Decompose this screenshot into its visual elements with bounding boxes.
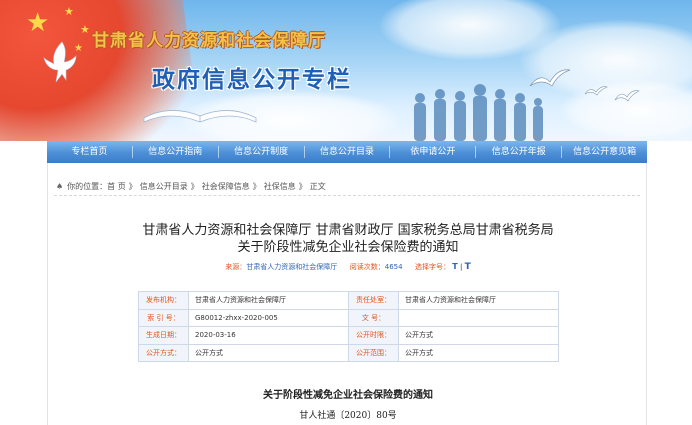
publisher-value: 甘肃省人力资源和社会保障厅 xyxy=(188,291,349,310)
seagull-icon xyxy=(614,90,640,102)
home-icon: ♠ xyxy=(56,182,64,191)
responsible-office-value: 甘肃省人力资源和社会保障厅 xyxy=(398,291,559,310)
body-heading: 关于阶段性减免企业社会保险费的通知 xyxy=(263,390,433,401)
dove-icon xyxy=(43,41,77,83)
breadcrumb: ♠ 你的位置： 首 页 》 信息公开目录 》 社会保障信息 》 社保信息 》 正… xyxy=(56,181,326,192)
nav-item-home[interactable]: 专栏首页 xyxy=(47,141,132,163)
table-row: 生成日期： 2020-03-16 公开时限： 公开方式 xyxy=(138,326,559,345)
table-row: 公开方式： 公开方式 公开范围： 公开方式 xyxy=(138,343,559,362)
breadcrumb-catalog[interactable]: 信息公开目录 xyxy=(140,181,188,192)
disclosure-method-label: 公开方式： xyxy=(138,343,189,362)
breadcrumb-social-info[interactable]: 社保信息 xyxy=(264,181,296,192)
header-banner: ★ ★ ★ ★ 甘肃省人力资源和社会保障厅 政府信息公开专栏 xyxy=(0,0,692,141)
disclosure-scope-value: 公开方式 xyxy=(398,343,559,362)
breadcrumb-separator: 》 xyxy=(298,182,307,191)
index-number-label: 索 引 号： xyxy=(138,308,189,327)
font-size-separator: | xyxy=(459,263,463,271)
responsible-office-label: 责任处室： xyxy=(348,291,399,310)
breadcrumb-social-security[interactable]: 社会保障信息 xyxy=(202,181,250,192)
breadcrumb-separator: 》 xyxy=(128,182,137,191)
disclosure-time-label: 公开时限： xyxy=(348,326,399,345)
seagull-icon xyxy=(584,86,608,96)
article-meta: 来源：甘肃省人力资源和社会保障厅 阅读次数：4654 选择字号： T | T xyxy=(48,262,648,272)
date-value: 2020-03-16 xyxy=(188,326,349,345)
font-size-label: 选择字号： xyxy=(415,263,451,271)
document-number: 甘人社通〔2020〕80号 xyxy=(299,411,397,421)
disclosure-scope-label: 公开范围： xyxy=(348,343,399,362)
divider xyxy=(54,195,640,196)
breadcrumb-label: 你的位置： xyxy=(67,182,108,191)
views-value: 4654 xyxy=(384,263,403,271)
nav-item-apply[interactable]: 依申请公开 xyxy=(390,141,475,163)
table-row: 发布机构： 甘肃省人力资源和社会保障厅 责任处室： 甘肃省人力资源和社会保障厅 xyxy=(138,291,559,310)
breadcrumb-separator: 》 xyxy=(252,182,261,191)
star-icon: ★ xyxy=(26,8,50,38)
nav-item-guide[interactable]: 信息公开指南 xyxy=(133,141,218,163)
nav-item-feedback[interactable]: 信息公开意见箱 xyxy=(562,141,647,163)
nav-item-catalog[interactable]: 信息公开目录 xyxy=(305,141,390,163)
breadcrumb-separator: 》 xyxy=(190,182,199,191)
views-label: 阅读次数： xyxy=(349,263,385,271)
breadcrumb-home[interactable]: 首 页 xyxy=(107,181,126,192)
article-title-line2: 关于阶段性减免企业社会保险费的通知 xyxy=(237,240,459,255)
source-label: 来源： xyxy=(225,263,247,271)
document-number-label: 文 号： xyxy=(348,308,399,327)
breadcrumb-current: 正文 xyxy=(309,182,326,191)
document-number-value xyxy=(398,308,559,327)
content-frame: ♠ 你的位置： 首 页 》 信息公开目录 》 社会保障信息 》 社保信息 》 正… xyxy=(47,163,647,425)
section-title: 政府信息公开专栏 xyxy=(152,67,352,93)
source-value: 甘肃省人力资源和社会保障厅 xyxy=(246,263,338,271)
seagull-icon xyxy=(529,69,571,87)
star-icon: ★ xyxy=(80,23,90,36)
open-book-icon xyxy=(143,110,257,123)
table-row: 索 引 号： G80012-zhxx-2020-005 文 号： xyxy=(138,308,559,327)
info-table: 发布机构： 甘肃省人力资源和社会保障厅 责任处室： 甘肃省人力资源和社会保障厅 … xyxy=(138,291,559,362)
nav-item-system[interactable]: 信息公开制度 xyxy=(219,141,304,163)
date-label: 生成日期： xyxy=(138,326,189,345)
font-size-small-button[interactable]: T xyxy=(465,262,471,272)
disclosure-method-value: 公开方式 xyxy=(188,343,349,362)
index-number-value: G80012-zhxx-2020-005 xyxy=(188,308,349,327)
main-nav: 专栏首页 信息公开指南 信息公开制度 信息公开目录 依申请公开 信息公开年报 信… xyxy=(47,141,647,163)
disclosure-time-value: 公开方式 xyxy=(398,326,559,345)
font-size-large-button[interactable]: T xyxy=(452,262,457,271)
star-icon: ★ xyxy=(64,5,74,18)
nav-item-annual-report[interactable]: 信息公开年报 xyxy=(476,141,561,163)
department-name: 甘肃省人力资源和社会保障厅 xyxy=(92,31,326,51)
publisher-label: 发布机构： xyxy=(138,291,189,310)
